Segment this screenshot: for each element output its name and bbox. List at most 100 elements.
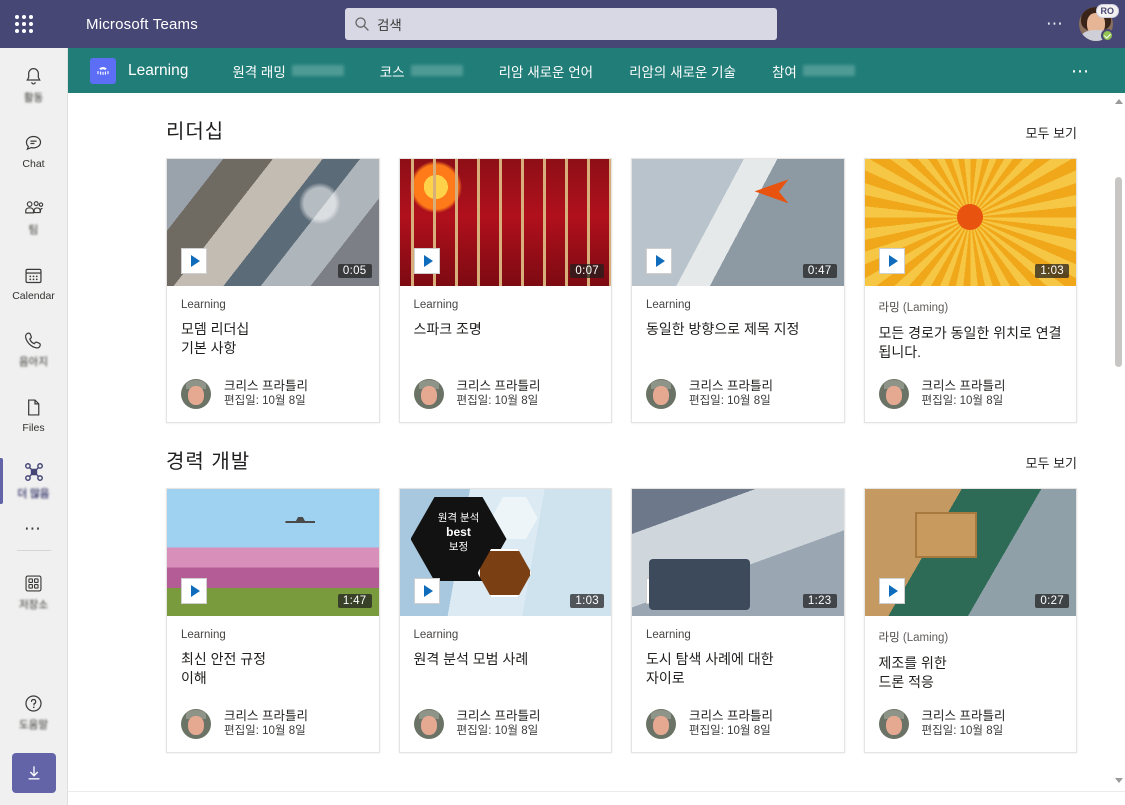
course-card[interactable]: 0:47 Learning 동일한 방향으로 제목 지정 크리스 프라틀리 편집…	[631, 158, 845, 423]
bell-icon	[23, 65, 44, 87]
overlay-line1: 원격 분석	[437, 512, 480, 524]
card-provider: Learning	[181, 629, 365, 641]
sidebar-item-help[interactable]: 도움말	[0, 683, 68, 741]
play-icon[interactable]	[878, 248, 905, 274]
card-thumbnail[interactable]: 0:27	[864, 489, 1076, 616]
edited-date: 편집일: 10월 8일	[689, 395, 771, 407]
card-footer: 크리스 프라틀리 편집일: 10월 8일	[865, 692, 1077, 752]
course-card[interactable]: 0:05 Learning 모뎀 리더십 기본 사항 크리스 프라틀리 편집일:…	[166, 158, 380, 423]
app-tabs: 원격 래밍 코스 리암 새로운 언어 리암의 새로운 기술 참여	[214, 48, 872, 93]
tab-participate[interactable]: 참여	[754, 48, 873, 93]
card-title: 제조를 위한 드론 적응	[879, 654, 1063, 692]
author-meta: 크리스 프라틀리 편집일: 10월 8일	[922, 708, 1006, 739]
vertical-scrollbar[interactable]	[1114, 99, 1123, 785]
tab-new-skills[interactable]: 리암의 새로운 기술	[611, 48, 754, 93]
play-icon[interactable]	[181, 578, 207, 604]
card-body: Learning 스파크 조명	[400, 286, 612, 362]
tab-blur-decor	[410, 65, 463, 76]
view-all-link[interactable]: 모두 보기	[1026, 123, 1077, 142]
tab-courses[interactable]: 코스	[362, 48, 481, 93]
scroll-down-arrow-icon[interactable]	[1115, 778, 1123, 785]
app-title: Microsoft Teams	[86, 15, 198, 33]
edited-date: 편집일: 10월 8일	[921, 725, 1004, 737]
sidebar-item-calendar[interactable]: Calendar	[0, 254, 68, 312]
settings-ellipsis-icon[interactable]: ⋯	[1036, 15, 1075, 32]
tab-new-language[interactable]: 리암 새로운 언어	[481, 48, 611, 93]
card-title-line2: 기본 사항	[181, 340, 237, 356]
card-title: 모뎀 리더십 기본 사항	[181, 320, 365, 358]
card-thumbnail[interactable]: 0:07	[399, 159, 611, 286]
sidebar-item-more-apps[interactable]: 더 많음	[0, 452, 68, 510]
card-footer: 크리스 프라틀리 편집일: 10월 8일	[632, 362, 844, 422]
course-card[interactable]: 1:23 Learning 도시 탐색 사례에 대한자이로 크리스 프라틀리	[631, 488, 845, 753]
drone-app-icon	[23, 461, 45, 483]
scroll-up-arrow-icon[interactable]	[1115, 99, 1123, 106]
play-icon[interactable]	[181, 248, 207, 274]
avatar-badge: RO	[1095, 4, 1119, 18]
card-title-line1: 최신 안전 규정	[181, 651, 267, 667]
card-row: 0:05 Learning 모뎀 리더십 기본 사항 크리스 프라틀리 편집일:…	[166, 158, 1095, 423]
card-title-line1: 제조를 위한	[878, 655, 947, 671]
play-icon[interactable]	[646, 248, 672, 274]
scrollbar-thumb[interactable]	[1115, 177, 1122, 367]
sidebar-item-activity[interactable]: 활동	[0, 56, 68, 114]
view-all-link[interactable]: 모두 보기	[1026, 453, 1077, 472]
author-avatar	[181, 378, 211, 409]
sidebar-more-icon[interactable]: ⋯	[24, 520, 43, 540]
author-meta: 크리스 프라틀리 편집일: 10월 8일	[457, 708, 541, 739]
card-body: Learning 모뎀 리더십 기본 사항	[167, 286, 379, 362]
author-avatar	[878, 708, 909, 739]
edited-date: 편집일: 10월 8일	[921, 395, 1004, 407]
course-card[interactable]: 0:07 Learning 스파크 조명 크리스 프라틀리 편집일: 10월 8…	[398, 158, 612, 423]
author-meta: 크리스 프라틀리 편집일: 10월 8일	[922, 378, 1006, 409]
sidebar-item-calls[interactable]: 음아지	[0, 320, 68, 378]
play-icon[interactable]	[646, 578, 672, 604]
sidebar-item-store[interactable]: 저장소	[0, 563, 68, 621]
bottom-bar	[68, 791, 1125, 805]
provider-name: Learning	[181, 299, 226, 311]
tab-remote-learning[interactable]: 원격 래밍	[214, 48, 361, 93]
section-title: 리더십	[166, 121, 225, 143]
overlay-line2: best	[446, 525, 471, 539]
sidebar-item-chat[interactable]: Chat	[0, 122, 68, 180]
card-provider: 라밍 (Laming)	[879, 629, 1063, 645]
course-card[interactable]: 0:27 라밍 (Laming) 제조를 위한 드론 적응 크리스 프라틀리 편…	[863, 488, 1077, 753]
download-app-button[interactable]	[11, 753, 56, 793]
card-thumbnail[interactable]: 1:47	[167, 489, 379, 616]
course-card[interactable]: 원격 분석 best 보정 1:03 Learning 원격 분석 모범 사례 …	[398, 488, 612, 753]
app-more-icon[interactable]: ⋯	[1071, 48, 1091, 93]
sidebar-item-label: Chat	[22, 157, 45, 170]
app-launcher-icon[interactable]	[0, 0, 48, 48]
sidebar-item-label: 도움말	[19, 719, 48, 731]
card-thumbnail[interactable]: 0:05	[167, 159, 379, 286]
provider-name: Learning	[181, 629, 226, 641]
titlebar-right: ⋯ RO	[1036, 0, 1119, 48]
author-meta: 크리스 프라틀리 편집일: 10월 8일	[457, 378, 541, 409]
sidebar-item-teams[interactable]: 팀	[0, 188, 68, 246]
card-footer: 크리스 프라틀리 편집일: 10월 8일	[167, 692, 379, 752]
card-thumbnail[interactable]: 원격 분석 best 보정 1:03	[399, 489, 611, 616]
course-card[interactable]: 1:47 Learning 최신 안전 규정 이해 크리스 프라틀리 편집일: …	[166, 488, 380, 753]
files-icon	[23, 397, 44, 419]
play-icon[interactable]	[413, 578, 440, 604]
search-container: 검색	[345, 8, 777, 40]
play-icon[interactable]	[413, 248, 440, 274]
play-icon[interactable]	[878, 578, 905, 604]
app-body: 활동 Chat 팀 Calendar 음아지 Files 더 많음 ⋯ 저장소 …	[0, 48, 1125, 805]
section-header: 경력 개발 모두 보기	[166, 423, 1095, 488]
author-name: 크리스 프라틀리	[224, 379, 308, 393]
course-card[interactable]: 1:03 라밍 (Laming) 모든 경로가 동일한 위치로 연결됩니다. 크…	[863, 158, 1077, 423]
tab-label: 참여	[771, 64, 797, 80]
card-provider: Learning	[646, 629, 830, 641]
search-input[interactable]: 검색	[345, 8, 777, 40]
calls-icon	[23, 329, 44, 351]
provider-name: Learning	[413, 629, 459, 641]
avatar[interactable]: RO	[1079, 4, 1119, 42]
video-duration: 1:03	[570, 594, 604, 608]
card-body: 라밍 (Laming) 모든 경로가 동일한 위치로 연결됩니다.	[865, 286, 1077, 362]
card-title-line1: 스파크 조명	[413, 321, 482, 337]
card-thumbnail[interactable]: 1:23	[632, 489, 844, 616]
card-thumbnail[interactable]: 1:03	[864, 159, 1076, 286]
card-thumbnail[interactable]: 0:47	[632, 159, 844, 286]
sidebar-item-files[interactable]: Files	[0, 386, 68, 444]
